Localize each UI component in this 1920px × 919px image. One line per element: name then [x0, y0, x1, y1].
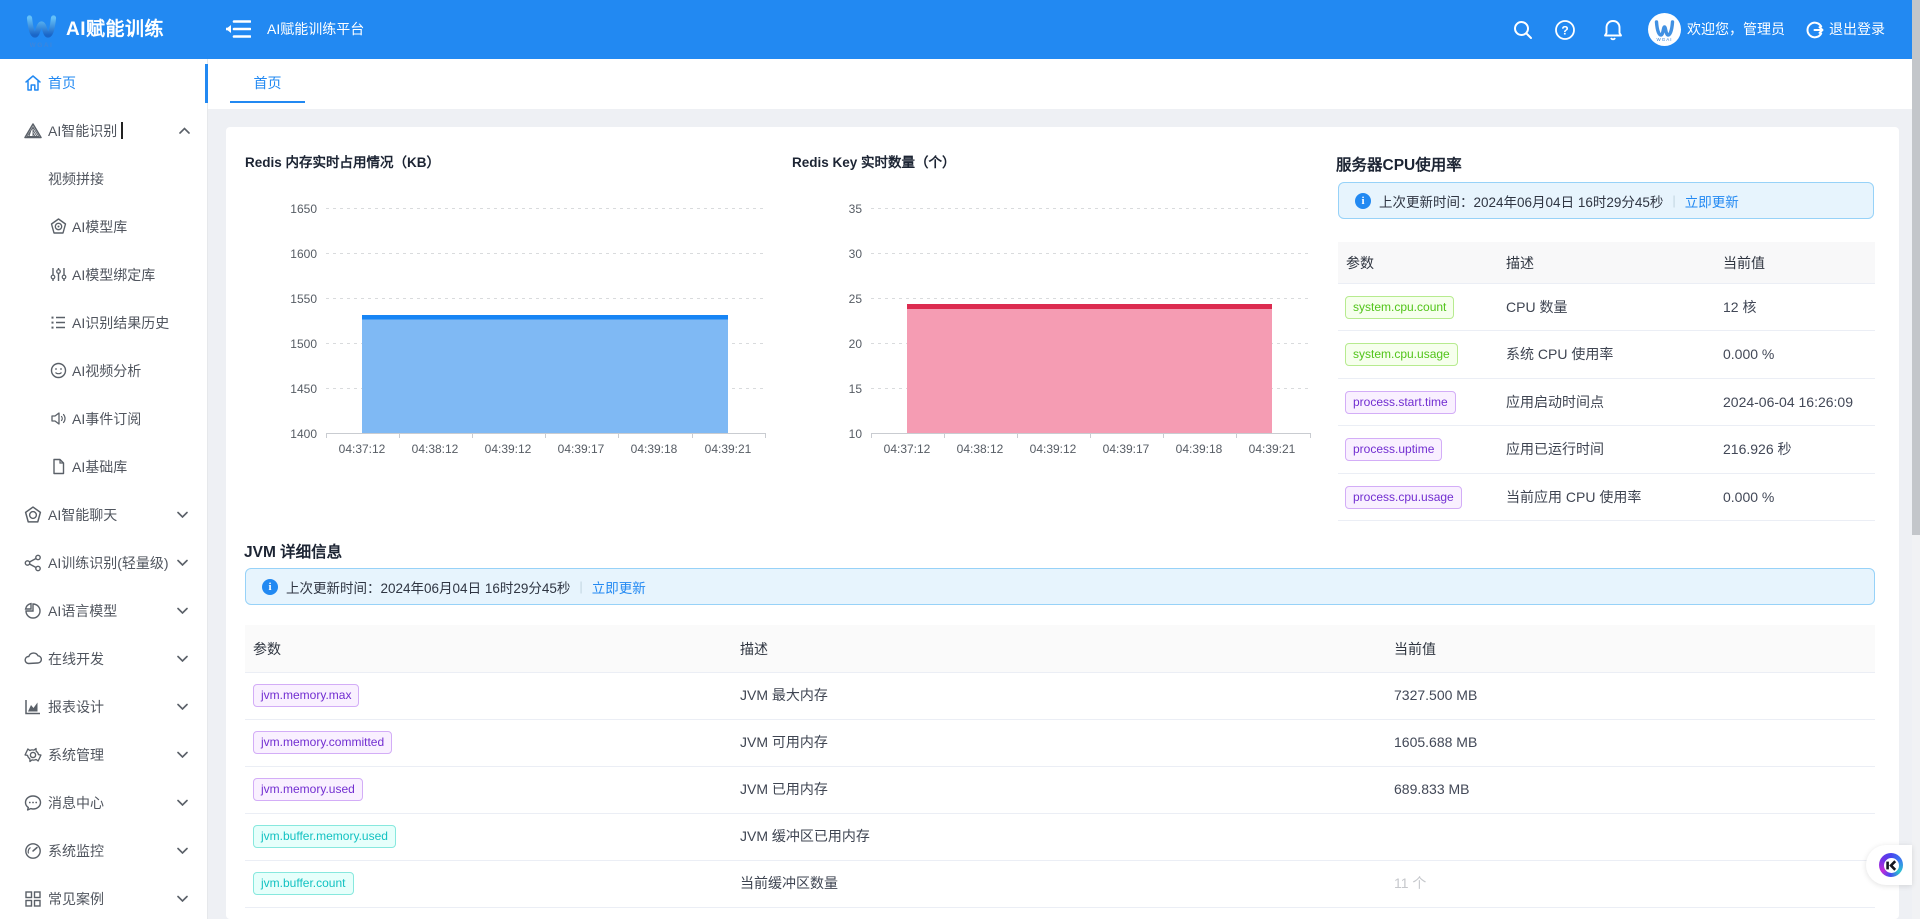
svg-text:1650: 1650 [290, 202, 317, 216]
svg-text:04:39:21: 04:39:21 [705, 442, 752, 456]
svg-text:04:39:17: 04:39:17 [558, 442, 605, 456]
svg-text:04:39:21: 04:39:21 [1249, 442, 1296, 456]
svg-text:04:39:17: 04:39:17 [1103, 442, 1150, 456]
svg-text:04:38:12: 04:38:12 [957, 442, 1004, 456]
svg-text:20: 20 [849, 337, 863, 351]
svg-text:1550: 1550 [290, 292, 317, 306]
svg-text:?: ? [1561, 24, 1568, 38]
svg-text:15: 15 [849, 382, 863, 396]
svg-text:10: 10 [849, 427, 863, 441]
svg-text:1500: 1500 [290, 337, 317, 351]
svg-text:04:39:12: 04:39:12 [1030, 442, 1077, 456]
svg-text:25: 25 [849, 292, 863, 306]
svg-text:04:38:12: 04:38:12 [412, 442, 459, 456]
svg-text:04:37:12: 04:37:12 [339, 442, 386, 456]
svg-text:04:39:18: 04:39:18 [1176, 442, 1223, 456]
svg-text:1450: 1450 [290, 382, 317, 396]
svg-text:30: 30 [849, 247, 863, 261]
svg-text:WGAI: WGAI [1657, 37, 1673, 42]
svg-text:WGAI: WGAI [30, 42, 54, 49]
svg-text:35: 35 [849, 202, 863, 216]
svg-text:1400: 1400 [290, 427, 317, 441]
svg-text:04:39:18: 04:39:18 [631, 442, 678, 456]
svg-text:1600: 1600 [290, 247, 317, 261]
svg-text:04:37:12: 04:37:12 [884, 442, 931, 456]
svg-text:04:39:12: 04:39:12 [485, 442, 532, 456]
